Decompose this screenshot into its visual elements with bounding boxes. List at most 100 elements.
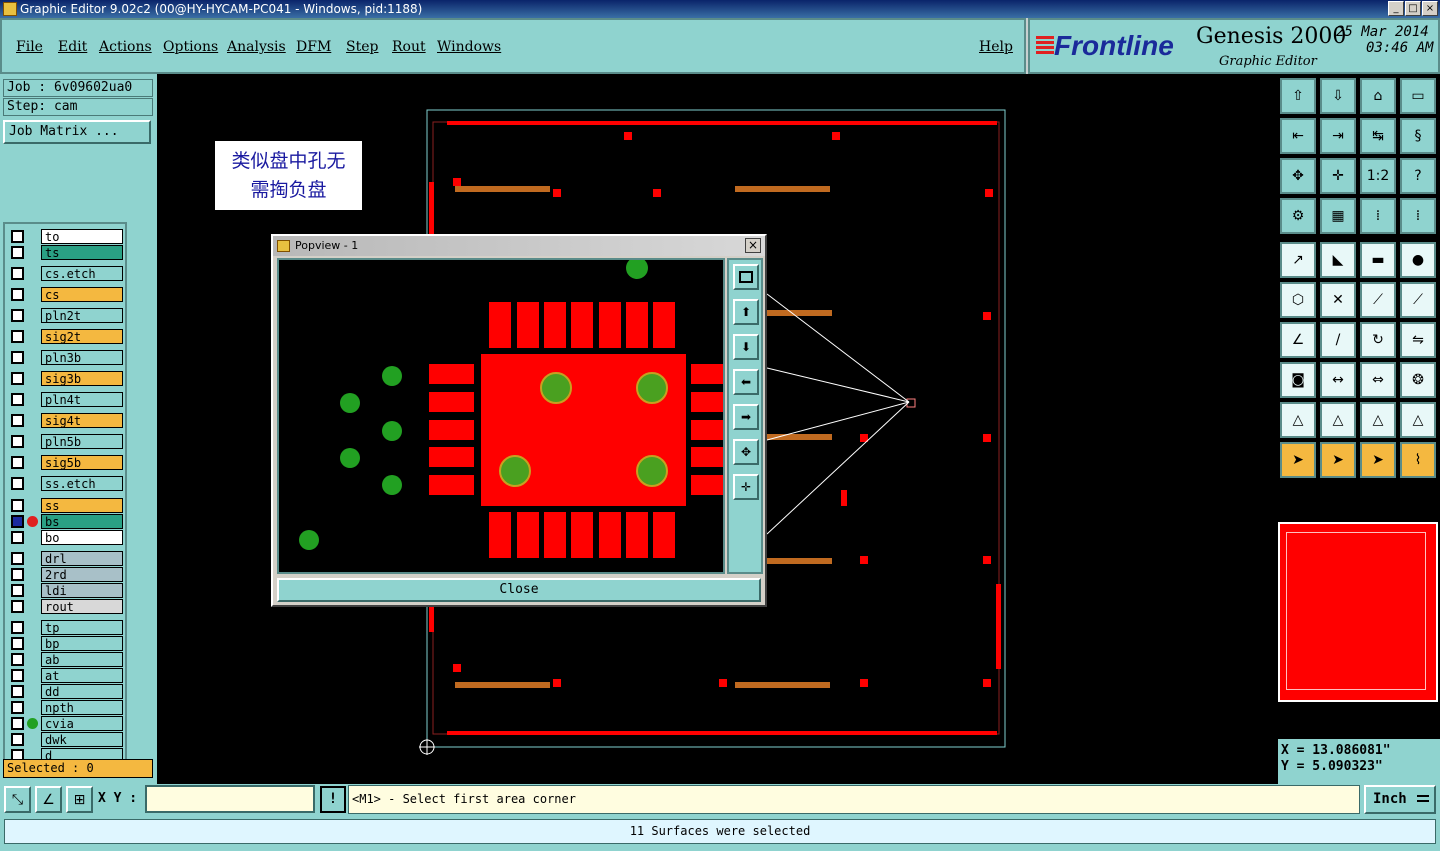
layer-name[interactable]: ss [41,498,123,513]
tool-button[interactable]: △ [1400,402,1436,438]
tool-button[interactable]: ▬ [1360,242,1396,278]
layer-name[interactable]: sig2t [41,329,123,344]
layer-name[interactable]: ts [41,245,123,260]
layer-checkbox[interactable] [11,701,24,714]
menu-options[interactable]: Options [163,39,218,55]
layer-name[interactable]: sig3b [41,371,123,386]
layer-name[interactable]: pln4t [41,392,123,407]
menu-rout[interactable]: Rout [392,39,426,55]
tool-button[interactable]: ➤ [1360,442,1396,478]
tool-button[interactable]: 1:2 [1360,158,1396,194]
tool-button[interactable]: △ [1360,402,1396,438]
layer-checkbox[interactable] [11,531,24,544]
menu-dfm[interactable]: DFM [296,39,331,55]
tool-button[interactable]: ⇔ [1360,362,1396,398]
tool-button[interactable]: ◙ [1280,362,1316,398]
layer-checkbox[interactable] [11,600,24,613]
layer-name[interactable]: pln3b [41,350,123,365]
tool-button[interactable]: / [1320,322,1356,358]
tool-button[interactable]: ➤ [1320,442,1356,478]
layer-name[interactable]: pln2t [41,308,123,323]
layer-name[interactable]: to [41,229,123,244]
menu-step[interactable]: Step [346,39,378,55]
close-window-button[interactable]: × [1422,1,1438,16]
layer-checkbox[interactable] [11,685,24,698]
layer-checkbox[interactable] [11,477,24,490]
menu-file[interactable]: File [16,39,43,55]
menu-help[interactable]: Help [979,39,1013,55]
tool-button[interactable]: ⇤ [1280,118,1316,154]
layer-checkbox[interactable] [11,309,24,322]
units-dropdown[interactable]: Inch [1364,785,1436,814]
layer-name[interactable]: tp [41,620,123,635]
tool-button[interactable]: ⇋ [1400,322,1436,358]
layer-checkbox[interactable] [11,372,24,385]
layer-name[interactable]: sig4t [41,413,123,428]
layer-name[interactable]: pln5b [41,434,123,449]
tool-button[interactable]: ⚙ [1280,198,1316,234]
tool-button[interactable]: ∠ [1280,322,1316,358]
tool-button[interactable]: ◣ [1320,242,1356,278]
popview-pan-right-button[interactable]: ➡ [733,404,759,430]
layer-checkbox[interactable] [11,456,24,469]
layer-name[interactable]: sig5b [41,455,123,470]
tool-button[interactable]: ▭ [1400,78,1436,114]
layer-name[interactable]: bo [41,530,123,545]
layer-name[interactable]: cs [41,287,123,302]
snap-grid-button[interactable]: ⊞ [66,786,93,813]
popview-zoom-in-button[interactable] [733,264,759,290]
layer-checkbox[interactable] [11,621,24,634]
layer-name[interactable]: ab [41,652,123,667]
layer-checkbox[interactable] [11,288,24,301]
tool-button[interactable]: ▦ [1320,198,1356,234]
layer-name[interactable]: at [41,668,123,683]
layer-name[interactable]: bs [41,514,123,529]
zoom-area-button[interactable]: ⤡ [4,786,31,813]
menu-analysis[interactable]: Analysis [227,39,286,55]
popview-home-button[interactable]: ✛ [733,474,759,500]
layer-checkbox[interactable] [11,637,24,650]
layer-checkbox[interactable] [11,733,24,746]
popview-pan-up-button[interactable]: ⬆ [733,299,759,325]
menu-edit[interactable]: Edit [58,39,87,55]
layer-checkbox[interactable] [11,246,24,259]
layer-name[interactable]: bp [41,636,123,651]
layer-checkbox[interactable] [11,435,24,448]
layer-checkbox[interactable] [11,393,24,406]
layer-name[interactable]: drl [41,551,123,566]
tool-button[interactable]: ⇥ [1320,118,1356,154]
layer-checkbox[interactable] [11,414,24,427]
layer-checkbox[interactable] [11,669,24,682]
layer-name[interactable]: ss.etch [41,476,123,491]
tool-button[interactable]: ↻ [1360,322,1396,358]
tool-button[interactable]: ↗ [1280,242,1316,278]
layer-checkbox[interactable] [11,330,24,343]
tool-button[interactable]: ✕ [1320,282,1356,318]
layer-checkbox[interactable] [11,351,24,364]
layer-checkbox[interactable] [11,552,24,565]
popview-close-button[interactable]: Close [277,578,761,602]
popview-canvas[interactable] [277,258,725,574]
layer-checkbox[interactable] [11,499,24,512]
minimize-button[interactable]: _ [1388,1,1404,16]
menu-windows[interactable]: Windows [437,39,501,55]
layer-name[interactable]: 2rd [41,567,123,582]
tool-button[interactable]: ⌂ [1360,78,1396,114]
layer-name[interactable]: dd [41,684,123,699]
maximize-button[interactable]: □ [1405,1,1421,16]
tool-button[interactable]: △ [1320,402,1356,438]
tool-button[interactable]: ✥ [1280,158,1316,194]
popview-pan-left-button[interactable]: ⬅ [733,369,759,395]
tool-button[interactable]: ⇧ [1280,78,1316,114]
tool-button[interactable]: ⟋ [1400,282,1436,318]
tool-button[interactable]: ❂ [1400,362,1436,398]
overview-window[interactable] [1278,522,1438,702]
layer-name[interactable]: ldi [41,583,123,598]
layer-name[interactable]: npth [41,700,123,715]
tool-button[interactable]: § [1400,118,1436,154]
popview-close-x[interactable]: × [745,238,761,253]
job-matrix-button[interactable]: Job Matrix ... [3,120,151,144]
layer-name[interactable]: rout [41,599,123,614]
popview-pan-down-button[interactable]: ⬇ [733,334,759,360]
tool-button[interactable]: ⁞ [1400,198,1436,234]
